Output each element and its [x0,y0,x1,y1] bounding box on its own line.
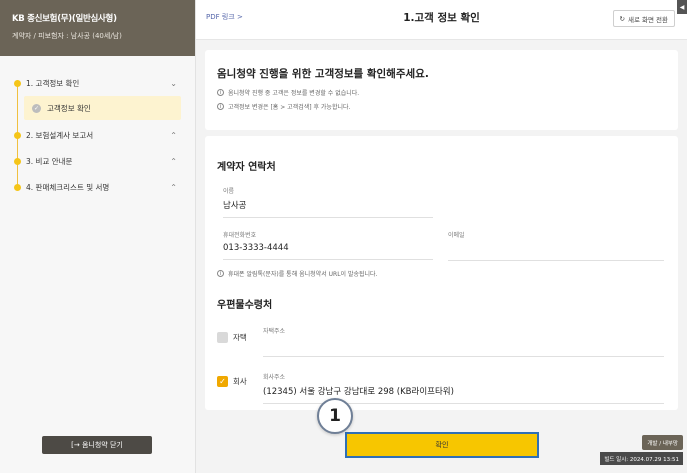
sidebar-item-customer-info[interactable]: 1. 고객정보 확인 ⌄ [0,70,195,96]
office-address-label: 회사주소 [263,374,286,381]
note-text: 고객정보 변경은 [홈 > 고객검색] 후 가능합니다. [228,104,351,111]
info-icon: i [217,103,224,110]
sidebar-subitem-label: 고객정보 확인 [47,103,91,113]
sidebar-item-comparison[interactable]: 3. 비교 안내문 ⌃ [0,148,195,174]
step-dot-icon [14,80,21,87]
phone-label: 휴대전화번호 [223,232,257,239]
info-note: i 고객정보 변경은 [홈 > 고객검색] 후 가능합니다. [217,102,666,111]
top-bar: PDF 링크 > 1.고객 정보 확인 ↻ 새로 화면 전환 ◀ [196,0,687,40]
home-label: 자택 [233,333,247,342]
home-checkbox[interactable] [217,332,228,343]
step-dot-icon [14,184,21,191]
info-icon: i [217,270,224,277]
sidebar-item-agent-report[interactable]: 2. 보험설계사 보고서 ⌃ [0,122,195,148]
sidebar-item-label: 1. 고객정보 확인 [26,78,80,88]
office-option[interactable]: ✓ 회사 [217,376,247,387]
sidebar-subitem-customer-info[interactable]: ✓ 고객정보 확인 [24,96,181,120]
insured-info: 계약자 / 피보험자 : 남사공 (40세/남) [12,32,122,40]
dev-network-badge: 개발 / 내부망 [642,435,683,450]
name-value: 남사공 [223,199,433,218]
home-address-label: 자택주소 [263,328,286,335]
info-note: i 옴니청약 진행 중 고객은 정보를 변경할 수 없습니다. [217,88,666,97]
note-text: 옴니청약 진행 중 고객은 정보를 변경할 수 없습니다. [228,90,360,97]
info-icon: i [217,89,224,96]
intro-title: 옴니청약 진행을 위한 고객정보를 확인해주세요. [217,68,429,80]
sidebar-item-label: 4. 판매체크리스트 및 서명 [26,182,110,192]
sidebar-item-checklist[interactable]: 4. 판매체크리스트 및 서명 ⌃ [0,174,195,200]
office-address-field: 회사주소 (12345) 서울 강남구 강남대로 298 (KB라이프타워) [263,372,664,404]
close-omni-button[interactable]: [→ 옴니청약 닫기 [42,436,152,454]
email-value[interactable] [448,243,664,261]
collapse-icon[interactable]: ◀ [677,0,687,14]
chevron-down-icon[interactable]: ⌄ [170,79,177,88]
sidebar: KB 종신보험(무)(일반심사형) 계약자 / 피보험자 : 남사공 (40세/… [0,0,196,473]
step-list: 1. 고객정보 확인 ⌄ ✓ 고객정보 확인 2. 보험설계사 보고서 ⌃ 3.… [0,70,195,200]
phone-value: 013-3333-4444 [223,243,433,260]
office-checkbox-checked-icon[interactable]: ✓ [217,376,228,387]
check-icon: ✓ [32,103,41,113]
product-title: KB 종신보험(무)(일반심사형) [12,14,117,24]
step-number-badge: 1 [317,398,353,434]
chevron-up-icon[interactable]: ⌃ [170,131,177,140]
home-address-field: 자택주소 [263,326,664,357]
sidebar-header: KB 종신보험(무)(일반심사형) 계약자 / 피보험자 : 남사공 (40세/… [0,0,195,56]
build-info: 빌드 일시: 2024.07.29 13:51 [600,452,683,465]
refresh-label: 새로 화면 전환 [627,15,668,24]
chevron-up-icon[interactable]: ⌃ [170,157,177,166]
name-label: 이름 [223,188,235,195]
sms-notice: i 휴대폰 알림톡(문자)를 통해 옴니청약서 URL이 발송됩니다. [217,269,377,278]
sidebar-item-label: 2. 보험설계사 보고서 [26,130,94,140]
sidebar-item-label: 3. 비교 안내문 [26,156,73,166]
office-label: 회사 [233,377,247,386]
confirm-button[interactable]: 확인 [345,432,539,458]
phone-field: 휴대전화번호 013-3333-4444 [223,230,433,260]
home-address-value [263,339,664,357]
intro-card: 옴니청약 진행을 위한 고객정보를 확인해주세요. i 옴니청약 진행 중 고객… [205,50,678,130]
home-option[interactable]: 자택 [217,332,247,343]
refresh-button[interactable]: ↻ 새로 화면 전환 [612,10,675,27]
contact-card: 계약자 연락처 이름 남사공 휴대전화번호 013-3333-4444 이메일 … [205,136,678,410]
step-dot-icon [14,132,21,139]
step-dot-icon [14,158,21,165]
contact-section-title: 계약자 연락처 [217,162,276,173]
mail-section-title: 우편물수령처 [217,300,273,311]
name-field: 이름 남사공 [223,186,433,218]
refresh-icon: ↻ [619,14,625,23]
email-field[interactable]: 이메일 [448,230,664,261]
notice-text: 휴대폰 알림톡(문자)를 통해 옴니청약서 URL이 발송됩니다. [228,271,378,278]
chevron-up-icon[interactable]: ⌃ [170,183,177,192]
email-label: 이메일 [448,232,465,239]
